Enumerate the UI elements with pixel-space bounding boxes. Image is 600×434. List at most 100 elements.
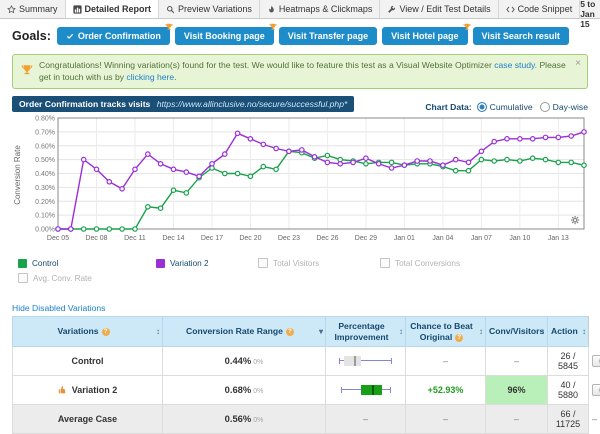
svg-text:0.20%: 0.20% <box>35 199 55 206</box>
chart-section: Order Confirmation tracks visits https:/… <box>12 96 588 283</box>
clicking-here-link[interactable]: clicking here <box>126 72 174 82</box>
column-header-conv-visitors[interactable]: Conv/Visitors↕ <box>486 317 548 347</box>
chevron-down-icon[interactable]: ▾ <box>319 327 323 337</box>
flame-icon <box>267 5 276 14</box>
percentage-improvement: +52.93% <box>406 375 486 404</box>
legend-label: Avg. Conv. Rate <box>33 274 92 283</box>
help-icon[interactable]: ? <box>455 334 463 342</box>
checkbox-icon <box>18 273 28 283</box>
svg-text:Dec 14: Dec 14 <box>162 235 184 242</box>
wrench-icon <box>387 5 396 14</box>
column-label: Variations <box>57 326 98 336</box>
sort-icon[interactable]: ↕ <box>541 327 545 337</box>
percentage-improvement: – <box>406 404 486 433</box>
range-boxplot <box>337 385 394 395</box>
svg-text:Dec 17: Dec 17 <box>201 235 223 242</box>
trophy-icon <box>21 64 33 76</box>
close-icon[interactable]: × <box>575 57 581 71</box>
goal-url-link[interactable]: https://www.allinclusive.no/secure/succe… <box>157 99 348 109</box>
action-button[interactable]: ▾ <box>592 355 600 367</box>
column-header-variations[interactable]: Variations? ↕ <box>13 317 163 347</box>
code-icon <box>506 5 515 14</box>
variation-name: Average Case <box>16 414 159 424</box>
tab-detailed-report[interactable]: Detailed Report <box>66 0 160 18</box>
tab-heatmaps-clickmaps[interactable]: Heatmaps & Clickmaps <box>260 0 381 18</box>
legend-label: Control <box>32 259 58 268</box>
goal-button-visit-search-result[interactable]: Visit Search result <box>473 27 569 45</box>
svg-text:0.40%: 0.40% <box>35 171 55 178</box>
radio-cumulative[interactable]: Cumulative <box>477 102 533 112</box>
column-header-conversion-rate-range[interactable]: Conversion Rate Range? ▾ <box>163 317 326 347</box>
goal-button-visit-booking-page[interactable]: Visit Booking page <box>175 27 274 45</box>
vwo-detailed-report-page: Summary Detailed Report Preview Variations… <box>0 0 600 434</box>
sort-icon[interactable]: ↕ <box>479 327 483 337</box>
sort-icon[interactable]: ↕ <box>582 327 586 337</box>
variation-name-label: Variation 2 <box>72 385 118 395</box>
checkbox-icon <box>258 258 268 268</box>
tab-summary[interactable]: Summary <box>0 0 66 18</box>
goal-button-order-confirmation[interactable]: Order Confirmation <box>57 27 170 45</box>
goal-button-label: Visit Hotel page <box>391 31 458 41</box>
conversion-rate-chart: Conversion Rate0.00%0.10%0.20%0.30%0.40%… <box>12 115 588 251</box>
column-label: Conversion Rate Range <box>186 326 283 336</box>
tab-preview-variations[interactable]: Preview Variations <box>159 0 260 18</box>
tab-view-edit-test-details[interactable]: View / Edit Test Details <box>380 0 498 18</box>
variation-name-label: Average Case <box>58 414 117 424</box>
svg-text:Jan 04: Jan 04 <box>432 235 453 242</box>
svg-text:0.30%: 0.30% <box>35 185 55 192</box>
legend-item-variation-2[interactable]: Variation 2 <box>156 258 258 268</box>
legend-item-control[interactable]: Control <box>18 258 156 268</box>
radio-day-wise[interactable]: Day-wise <box>540 102 588 112</box>
column-header-percentage-improvement[interactable]: Percentage Improvement ↕ <box>326 317 406 347</box>
sort-icon[interactable]: ↕ <box>156 327 160 337</box>
help-icon[interactable]: ? <box>286 328 294 336</box>
goals-label: Goals: <box>12 29 51 43</box>
goal-description-text: Order Confirmation tracks visits <box>19 99 150 109</box>
goal-buttons: Order Confirmation Visit Booking page Visi… <box>57 27 569 45</box>
legend-label: Variation 2 <box>170 259 209 268</box>
tab-code-snippet[interactable]: Code Snippet <box>499 0 581 18</box>
legend-item-total-visitors[interactable]: Total Visitors <box>258 258 380 268</box>
svg-text:0.50%: 0.50% <box>35 157 55 164</box>
tab-bar: Summary Detailed Report Preview Variations… <box>0 0 600 19</box>
legend-item-avg-conv-rate[interactable]: Avg. Conv. Rate <box>18 273 156 283</box>
radio-label: Day-wise <box>553 102 588 112</box>
y-axis-title: Conversion Rate <box>13 145 22 205</box>
conv-visitors: 40 / 5880 <box>548 375 589 404</box>
range-boxplot <box>337 356 394 366</box>
tab-label: Detailed Report <box>85 4 152 14</box>
column-header-action[interactable]: Action ↕ <box>548 317 589 347</box>
chart-data-options: Cumulative Day-wise <box>477 102 588 112</box>
case-study-link[interactable]: case study <box>494 60 534 70</box>
checkbox-icon <box>380 258 390 268</box>
svg-text:Dec 08: Dec 08 <box>85 235 107 242</box>
column-label: Percentage Improvement <box>335 321 389 341</box>
percentage-improvement: – <box>406 346 486 375</box>
column-label: Action <box>551 326 578 336</box>
legend-swatch <box>18 259 27 268</box>
winner-badge-icon <box>269 23 277 33</box>
svg-text:Dec 29: Dec 29 <box>355 235 377 242</box>
column-header-chance-to-beat-original[interactable]: Chance to Beat Original? ↕ <box>406 317 486 347</box>
svg-text:0.70%: 0.70% <box>35 130 55 137</box>
sort-icon[interactable]: ↕ <box>399 327 403 337</box>
legend-item-total-conversions[interactable]: Total Conversions <box>380 258 582 268</box>
conv-visitors: 26 / 5845 <box>548 346 589 375</box>
action-button[interactable]: ▾ <box>592 384 600 396</box>
date-range-picker[interactable]: Dec 5 to Jan 15 <box>580 0 600 29</box>
legend-label: Total Conversions <box>395 259 460 268</box>
goal-button-label: Order Confirmation <box>78 31 161 41</box>
variation-name: Variation 2 <box>16 385 159 395</box>
hide-disabled-variations-link[interactable]: Hide Disabled Variations <box>12 303 105 313</box>
goal-button-label: Visit Transfer page <box>288 31 368 41</box>
column-label: Chance to Beat Original <box>410 321 473 341</box>
conversion-rate-range <box>326 346 406 375</box>
svg-text:0.00%: 0.00% <box>35 227 55 234</box>
goal-button-visit-hotel-page[interactable]: Visit Hotel page <box>382 27 467 45</box>
winner-badge-icon <box>165 23 173 33</box>
help-icon[interactable]: ? <box>102 328 110 336</box>
chart-settings-icon[interactable] <box>571 216 579 224</box>
goal-button-visit-transfer-page[interactable]: Visit Transfer page <box>279 27 377 45</box>
topbar-actions: Dec 5 to Jan 15 <box>580 0 600 18</box>
conversion-rate: 0.56%0% <box>163 404 326 433</box>
